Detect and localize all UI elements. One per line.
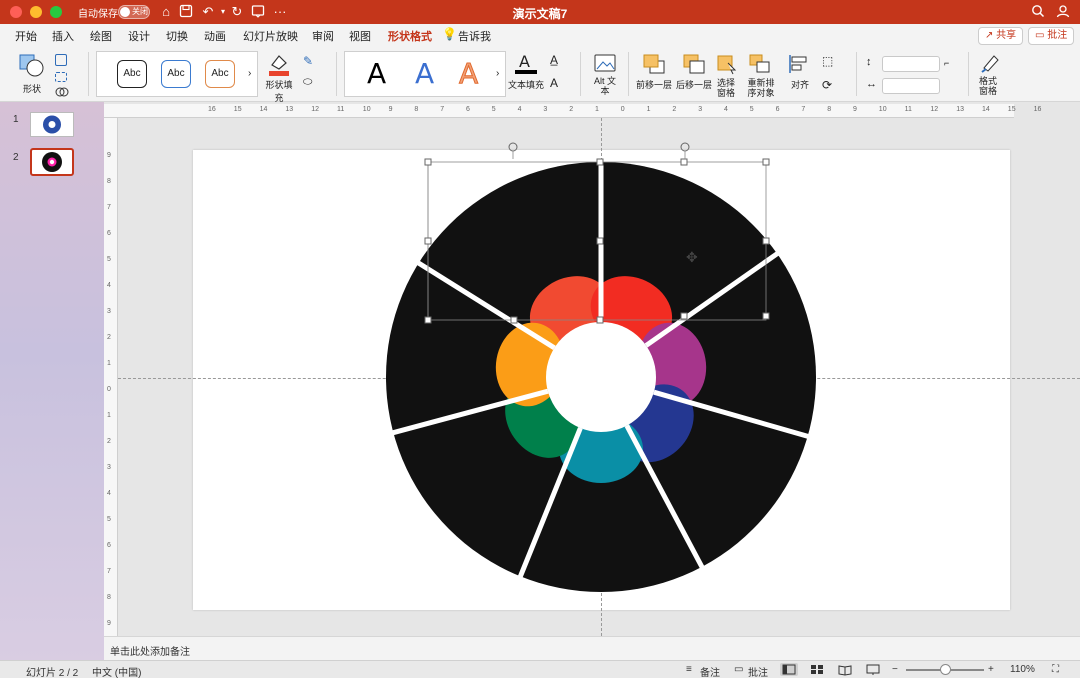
comment-status-icon: ▭ xyxy=(734,664,744,675)
zoom-slider-thumb[interactable] xyxy=(940,664,951,675)
resize-handle[interactable] xyxy=(680,312,688,320)
resize-handle[interactable] xyxy=(510,316,518,324)
move-cursor-icon: ✥ xyxy=(686,250,698,266)
rotate-handle-icon[interactable] xyxy=(508,142,518,152)
slideshow-view-button[interactable] xyxy=(864,663,882,676)
zoom-in-button[interactable]: + xyxy=(988,664,994,675)
notes-toggle[interactable]: 备注 xyxy=(700,664,720,678)
resize-handle[interactable] xyxy=(424,237,432,245)
resize-handle[interactable] xyxy=(424,158,432,166)
rotate-handle-icon[interactable] xyxy=(680,142,690,152)
zoom-level[interactable]: 110% xyxy=(1010,664,1035,675)
reading-view-button[interactable] xyxy=(836,663,854,676)
resize-handle[interactable] xyxy=(596,237,604,245)
notes-placeholder[interactable]: 单击此处添加备注 xyxy=(110,643,190,658)
notes-pane[interactable]: 单击此处添加备注 xyxy=(104,636,1080,660)
resize-handle[interactable] xyxy=(762,237,770,245)
resize-handle[interactable] xyxy=(680,158,688,166)
resize-handle[interactable] xyxy=(596,316,604,324)
comments-toggle[interactable]: 批注 xyxy=(748,664,768,678)
slide-counter: 幻灯片 2 / 2 xyxy=(26,668,79,678)
language-indicator[interactable]: 中文 (中国) xyxy=(92,664,141,678)
resize-handle[interactable] xyxy=(424,316,432,324)
status-bar: 幻灯片 2 / 2 中文 (中国) ≡ 备注 ▭ 批注 − + 110% ⛶ xyxy=(0,660,1080,678)
resize-handle[interactable] xyxy=(762,158,770,166)
color-wheel-graphic: ✥ xyxy=(386,142,816,592)
slide-sorter-button[interactable] xyxy=(808,663,826,676)
normal-view-button[interactable] xyxy=(780,663,798,676)
center-white-circle[interactable] xyxy=(546,322,656,432)
fit-to-window-icon[interactable]: ⛶ xyxy=(1052,664,1059,675)
zoom-out-button[interactable]: − xyxy=(892,664,898,675)
resize-handle[interactable] xyxy=(596,158,604,166)
resize-handle[interactable] xyxy=(762,312,770,320)
notes-icon: ≡ xyxy=(686,664,692,675)
